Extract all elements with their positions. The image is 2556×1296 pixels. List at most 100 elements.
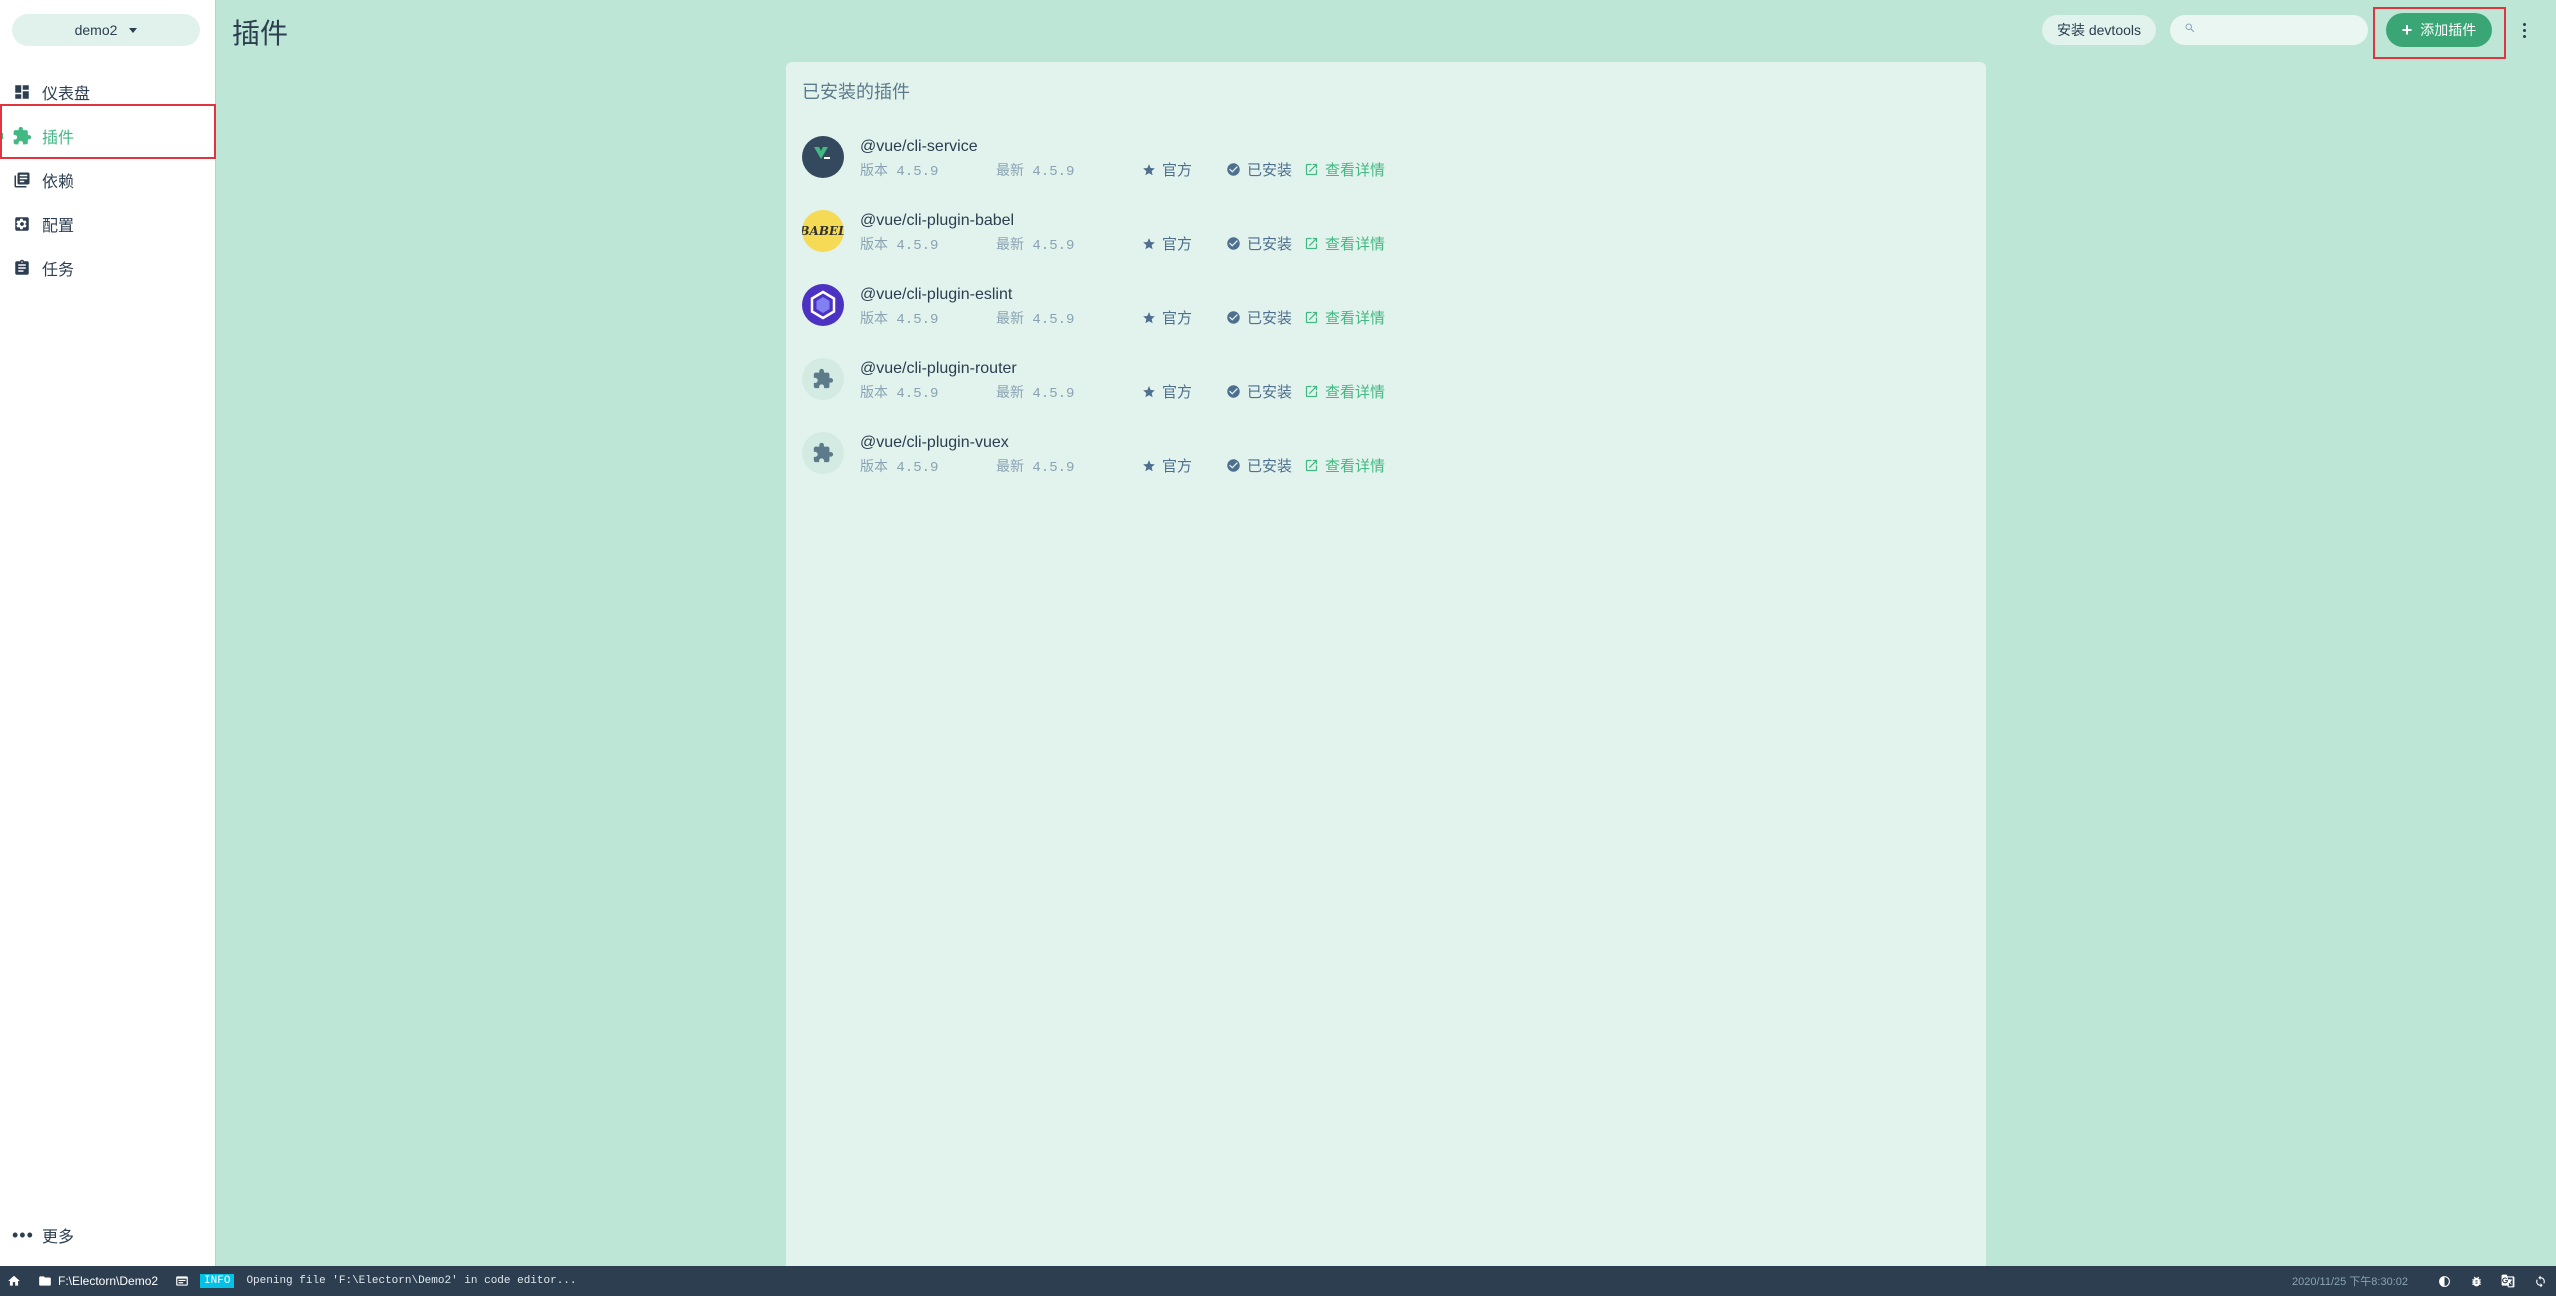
timestamp: 2020/11/25 下午8:30:02 [2292,1276,2408,1288]
clipboard-icon [12,258,32,278]
sidebar-item-label: 依赖 [42,174,75,191]
plugin-latest-version: 最新 4.5.9 [996,460,1075,476]
sidebar-item-tasks[interactable]: 任务 [0,246,216,290]
check-circle-icon [1227,311,1240,324]
official-badge: 官方 [1142,233,1192,254]
plugin-item: BABEL @vue/cli-plugin-babel 版本 4.5.9 最新 … [802,202,1962,262]
check-circle-icon [1227,163,1240,176]
add-plugin-button[interactable]: + 添加插件 [2386,13,2492,47]
bug-report-icon[interactable] [2460,1266,2492,1296]
official-badge: 官方 [1142,307,1192,328]
star-icon [1143,385,1155,397]
puzzle-icon [802,432,844,474]
star-icon [1143,459,1155,471]
plugin-item: @vue/cli-service 版本 4.5.9 最新 4.5.9 官方 已安… [802,128,1962,188]
plus-icon: + [2401,19,2413,40]
star-icon [1143,163,1155,175]
more-horiz-icon: ••• [12,1225,34,1245]
dark-mode-icon[interactable] [2428,1266,2460,1296]
search-box[interactable] [2170,15,2368,45]
sidebar-item-plugins[interactable]: 插件 [0,114,216,158]
view-details-link[interactable]: 查看详情 [1304,381,1385,402]
sidebar-item-label: 仪表盘 [42,86,91,103]
project-name: demo2 [74,22,118,38]
library-icon [12,170,32,190]
eslint-icon [802,284,844,326]
plugin-latest-version: 最新 4.5.9 [996,312,1075,328]
plugin-name: @vue/cli-service [860,138,978,155]
plugin-latest-version: 最新 4.5.9 [996,386,1075,402]
star-icon [1143,237,1155,249]
open-in-new-icon [1305,237,1318,250]
translate-icon[interactable] [2492,1266,2524,1296]
open-in-new-icon [1305,459,1318,472]
caret-down-icon [129,27,138,33]
official-badge: 官方 [1142,159,1192,180]
check-circle-icon [1227,237,1240,250]
installed-badge: 已安装 [1226,233,1292,254]
plugin-version: 版本 4.5.9 [860,164,939,180]
plugin-version: 版本 4.5.9 [860,460,939,476]
sidebar-item-label: 插件 [42,130,75,147]
plugin-latest-version: 最新 4.5.9 [996,238,1075,254]
dashboard-icon [12,82,32,102]
folder-icon [39,1276,51,1286]
open-in-new-icon [1305,385,1318,398]
sidebar-nav: 仪表盘 插件 依赖 配置 任务 [0,70,216,290]
installed-badge: 已安装 [1226,307,1292,328]
view-details-link[interactable]: 查看详情 [1304,455,1385,476]
settings-icon [12,214,32,234]
plugin-name: @vue/cli-plugin-eslint [860,286,1013,303]
plugin-item: @vue/cli-plugin-eslint 版本 4.5.9 最新 4.5.9… [802,276,1962,336]
check-circle-icon [1227,385,1240,398]
console-icon[interactable] [174,1274,190,1288]
puzzle-icon [802,358,844,400]
sidebar-item-configuration[interactable]: 配置 [0,202,216,246]
plugin-version: 版本 4.5.9 [860,312,939,328]
panel-title: 已安装的插件 [802,82,910,102]
sidebar: demo2 仪表盘 插件 依赖 配置 任务 ••• 更多 [0,0,216,1266]
plugin-version: 版本 4.5.9 [860,386,939,402]
open-in-new-icon [1305,163,1318,176]
plugin-version: 版本 4.5.9 [860,238,939,254]
more-label: 更多 [42,1229,75,1246]
status-bar: F:\Electorn\Demo2 INFO Opening file 'F:\… [0,1266,2556,1296]
sidebar-item-label: 任务 [42,262,75,279]
open-in-new-icon [1305,311,1318,324]
installed-plugins-panel: 已安装的插件 @vue/cli-service 版本 4.5.9 最新 4.5.… [786,62,1986,1266]
add-plugin-label: 添加插件 [2420,22,2477,38]
plugin-latest-version: 最新 4.5.9 [996,164,1075,180]
installed-badge: 已安装 [1226,381,1292,402]
official-badge: 官方 [1142,455,1192,476]
project-path-label: F:\Electorn\Demo2 [58,1274,159,1288]
installed-badge: 已安装 [1226,159,1292,180]
home-icon[interactable] [2,1266,26,1296]
plugin-name: @vue/cli-plugin-babel [860,212,1015,229]
install-devtools-button[interactable]: 安装 devtools [2042,15,2156,45]
babel-icon: BABEL [802,210,844,252]
plugin-item: @vue/cli-plugin-vuex 版本 4.5.9 最新 4.5.9 官… [802,424,1962,484]
sidebar-item-label: 配置 [42,218,75,235]
search-input[interactable] [2204,22,2364,38]
installed-badge: 已安装 [1226,455,1292,476]
page-title: 插件 [232,18,289,49]
view-details-link[interactable]: 查看详情 [1304,233,1385,254]
status-bar-right: 2020/11/25 下午8:30:02 [2292,1266,2556,1296]
more-button[interactable]: ••• 更多 [12,1220,74,1250]
vue-cli-icon [802,136,844,178]
official-badge: 官方 [1142,381,1192,402]
more-vert-icon[interactable] [2516,16,2532,44]
puzzle-icon [12,126,32,146]
refresh-icon[interactable] [2524,1266,2556,1296]
view-details-link[interactable]: 查看详情 [1304,159,1385,180]
view-details-link[interactable]: 查看详情 [1304,307,1385,328]
star-icon [1143,311,1155,323]
search-icon [2184,21,2196,39]
check-circle-icon [1227,459,1240,472]
log-level-badge: INFO [200,1274,235,1288]
project-selector[interactable]: demo2 [12,14,200,46]
sidebar-item-dashboard[interactable]: 仪表盘 [0,70,216,114]
project-path[interactable]: F:\Electorn\Demo2 [38,1274,158,1288]
sidebar-item-dependencies[interactable]: 依赖 [0,158,216,202]
log-message[interactable]: Opening file 'F:\Electorn\Demo2' in code… [246,1275,576,1287]
